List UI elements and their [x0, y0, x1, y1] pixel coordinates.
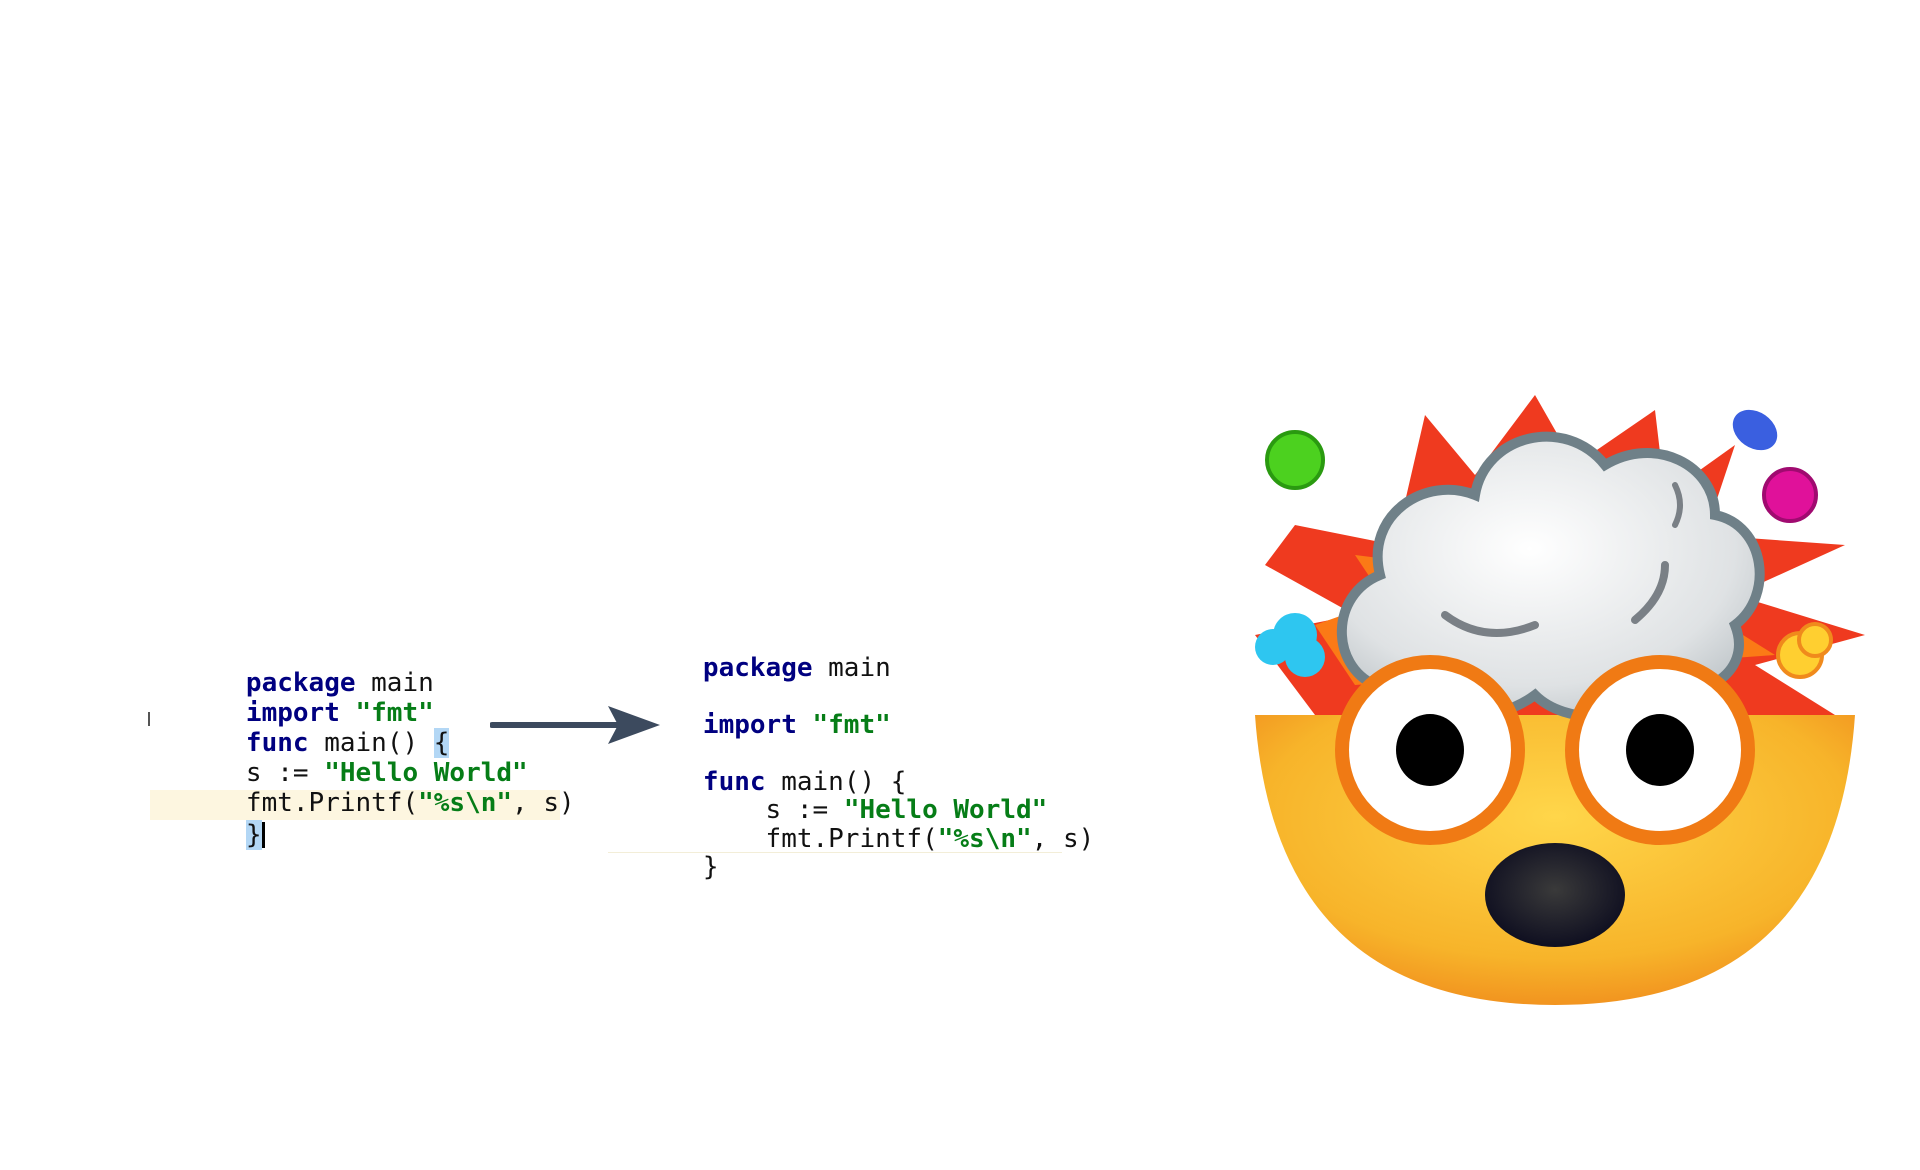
- code-line: fmt.Printf("%s\n", s): [609, 794, 1095, 854]
- code-text: , s): [1031, 824, 1095, 854]
- code-text: fmt.Printf(: [702, 824, 938, 854]
- code-line: s := "Hello World": [609, 765, 1048, 825]
- string-token: "fmt": [812, 710, 891, 740]
- code-line: package main: [609, 623, 891, 683]
- code-line: s := "Hello World": [152, 728, 528, 788]
- gutter-marker: [148, 712, 150, 726]
- code-text: main: [812, 653, 891, 683]
- code-line: import "fmt": [609, 680, 891, 740]
- code-text: , s): [512, 788, 575, 818]
- keyword-token: package: [702, 653, 813, 683]
- code-line: import "fmt": [152, 668, 434, 728]
- code-line: func main() {: [152, 698, 450, 758]
- code-line: func main() {: [609, 737, 907, 797]
- matched-brace-close: }: [245, 820, 262, 850]
- code-line: }: [609, 822, 719, 882]
- code-line: }: [152, 790, 265, 850]
- exploding-head-emoji-icon: [1255, 395, 1865, 1005]
- string-token: "%s\n": [418, 788, 513, 818]
- slide-canvas: package main import "fmt" func main() { …: [0, 0, 1920, 1170]
- code-before-editor[interactable]: package main import "fmt" func main() { …: [152, 0, 575, 1170]
- code-after-editor[interactable]: package main import "fmt" func main() { …: [609, 0, 1094, 1170]
- text-caret: [261, 822, 265, 848]
- keyword-token: import: [702, 710, 797, 740]
- code-text: }: [702, 852, 719, 882]
- string-token: "%s\n": [937, 824, 1032, 854]
- code-line: fmt.Printf("%s\n", s): [152, 758, 575, 818]
- code-text: fmt.Printf(: [245, 788, 419, 818]
- code-line: package main: [152, 638, 434, 698]
